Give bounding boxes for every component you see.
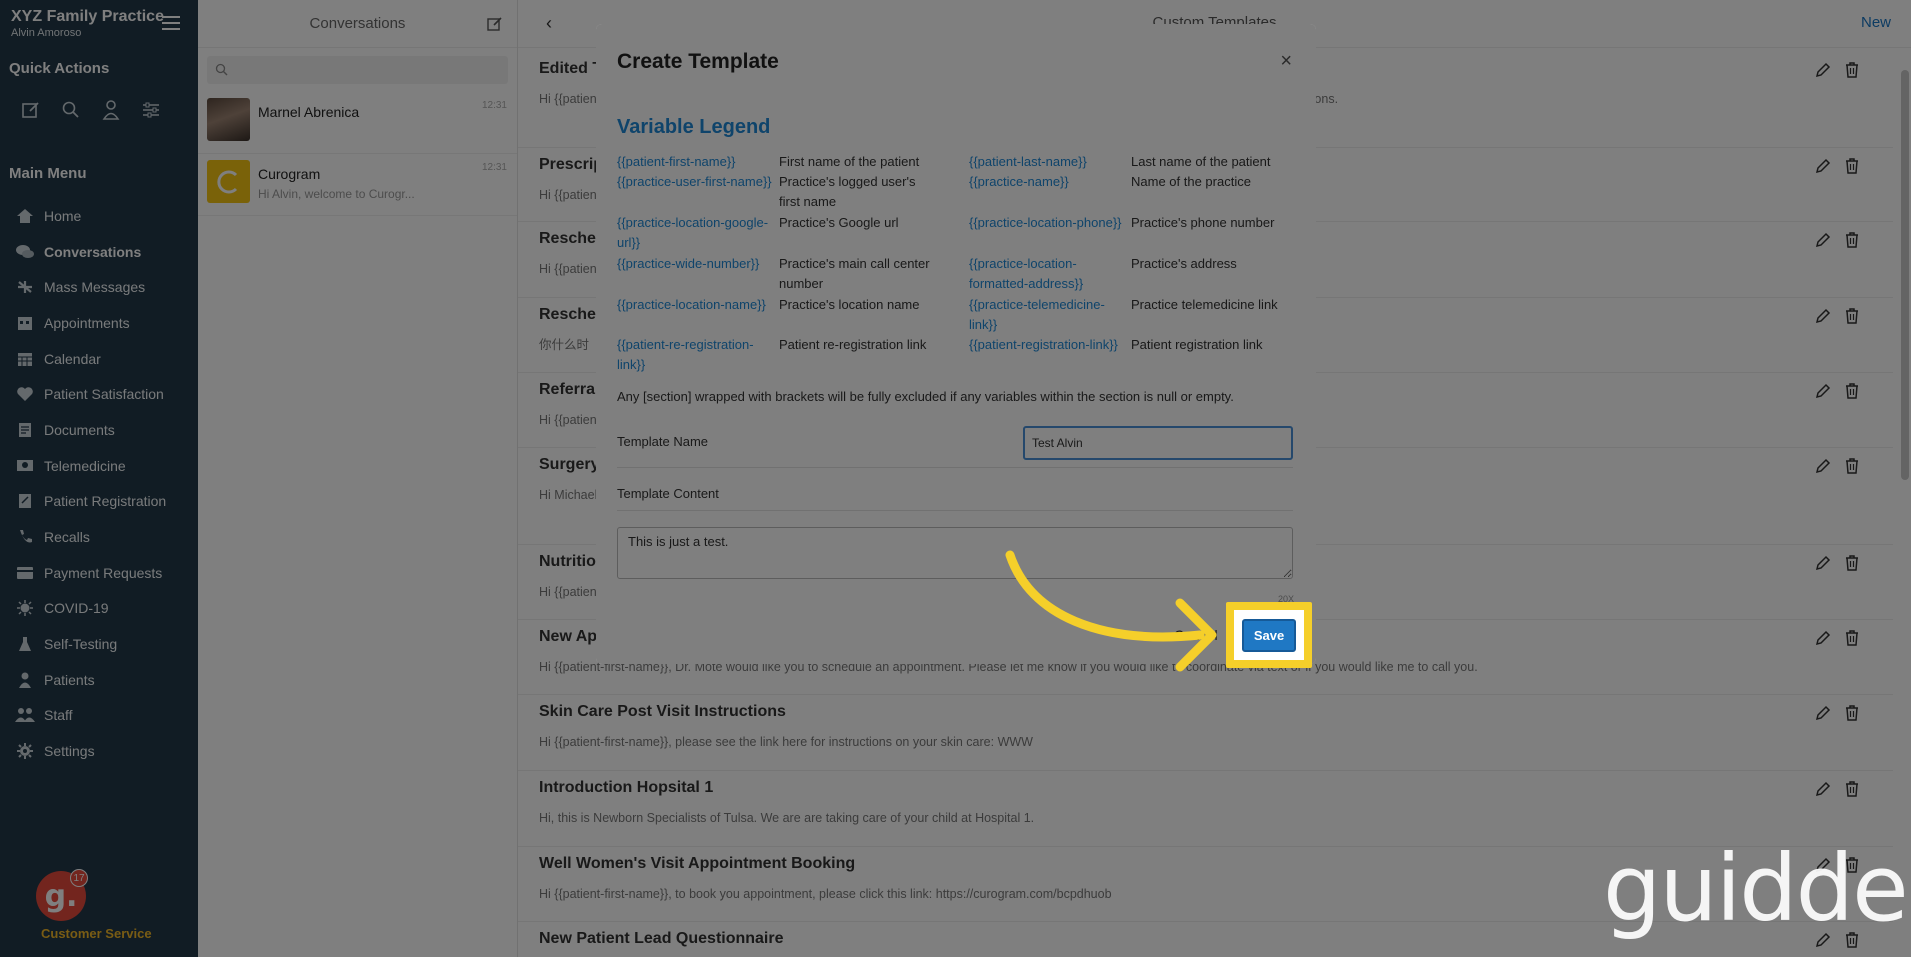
brackets-note: Any [section] wrapped with brackets will… (617, 389, 1234, 404)
legend-variable: {{patient-last-name}} (969, 154, 1087, 169)
legend-description: Practice's Google url (779, 215, 899, 230)
legend-description: First name of the patient (779, 154, 920, 169)
variable-legend-title: Variable Legend (617, 116, 771, 138)
legend-description: Practice's phone number (1131, 215, 1275, 230)
modal-title: Create Template (617, 50, 779, 73)
legend-description: Last name of the patient (1131, 154, 1271, 169)
close-icon[interactable]: × (1280, 50, 1292, 73)
legend-description: Practice's address (1131, 256, 1237, 271)
template-content-label: Template Content (617, 486, 719, 501)
save-button[interactable]: Save (1242, 619, 1296, 652)
legend-variable: {{practice-location-name}} (617, 297, 766, 312)
legend-description: Name of the practice (1131, 174, 1251, 189)
legend-description: Practice's main call center number (779, 256, 930, 291)
legend-description: Practice telemedicine link (1131, 297, 1278, 312)
divider (617, 510, 1293, 511)
legend-variable: {{patient-registration-link}} (969, 337, 1118, 352)
divider (617, 467, 1293, 468)
legend-variable: {{patient-first-name}} (617, 154, 736, 169)
legend-variable: {{practice-location-formatted-address}} (969, 256, 1084, 291)
legend-variable: {{patient-re-registration-link}} (617, 337, 754, 372)
legend-variable: {{practice-location-phone}} (969, 215, 1122, 230)
template-name-input[interactable] (1023, 426, 1293, 460)
legend-variable: {{practice-user-first-name}} (617, 174, 772, 189)
legend-description: Patient registration link (1131, 337, 1263, 352)
legend-variable: {{practice-telemedicine-link}} (969, 297, 1105, 332)
legend-description: Patient re-registration link (779, 337, 927, 352)
template-name-label: Template Name (617, 434, 709, 449)
legend-description: Practice's logged user's first name (779, 174, 916, 209)
legend-description: Practice's location name (779, 297, 920, 312)
guidde-watermark-logo: guidde. (1603, 835, 1911, 942)
legend-variable: {{practice-wide-number}} (617, 256, 760, 271)
legend-variable: {{practice-location-google-url}} (617, 215, 769, 250)
tutorial-arrow-icon (1005, 550, 1217, 672)
legend-variable: {{practice-name}} (969, 174, 1069, 189)
